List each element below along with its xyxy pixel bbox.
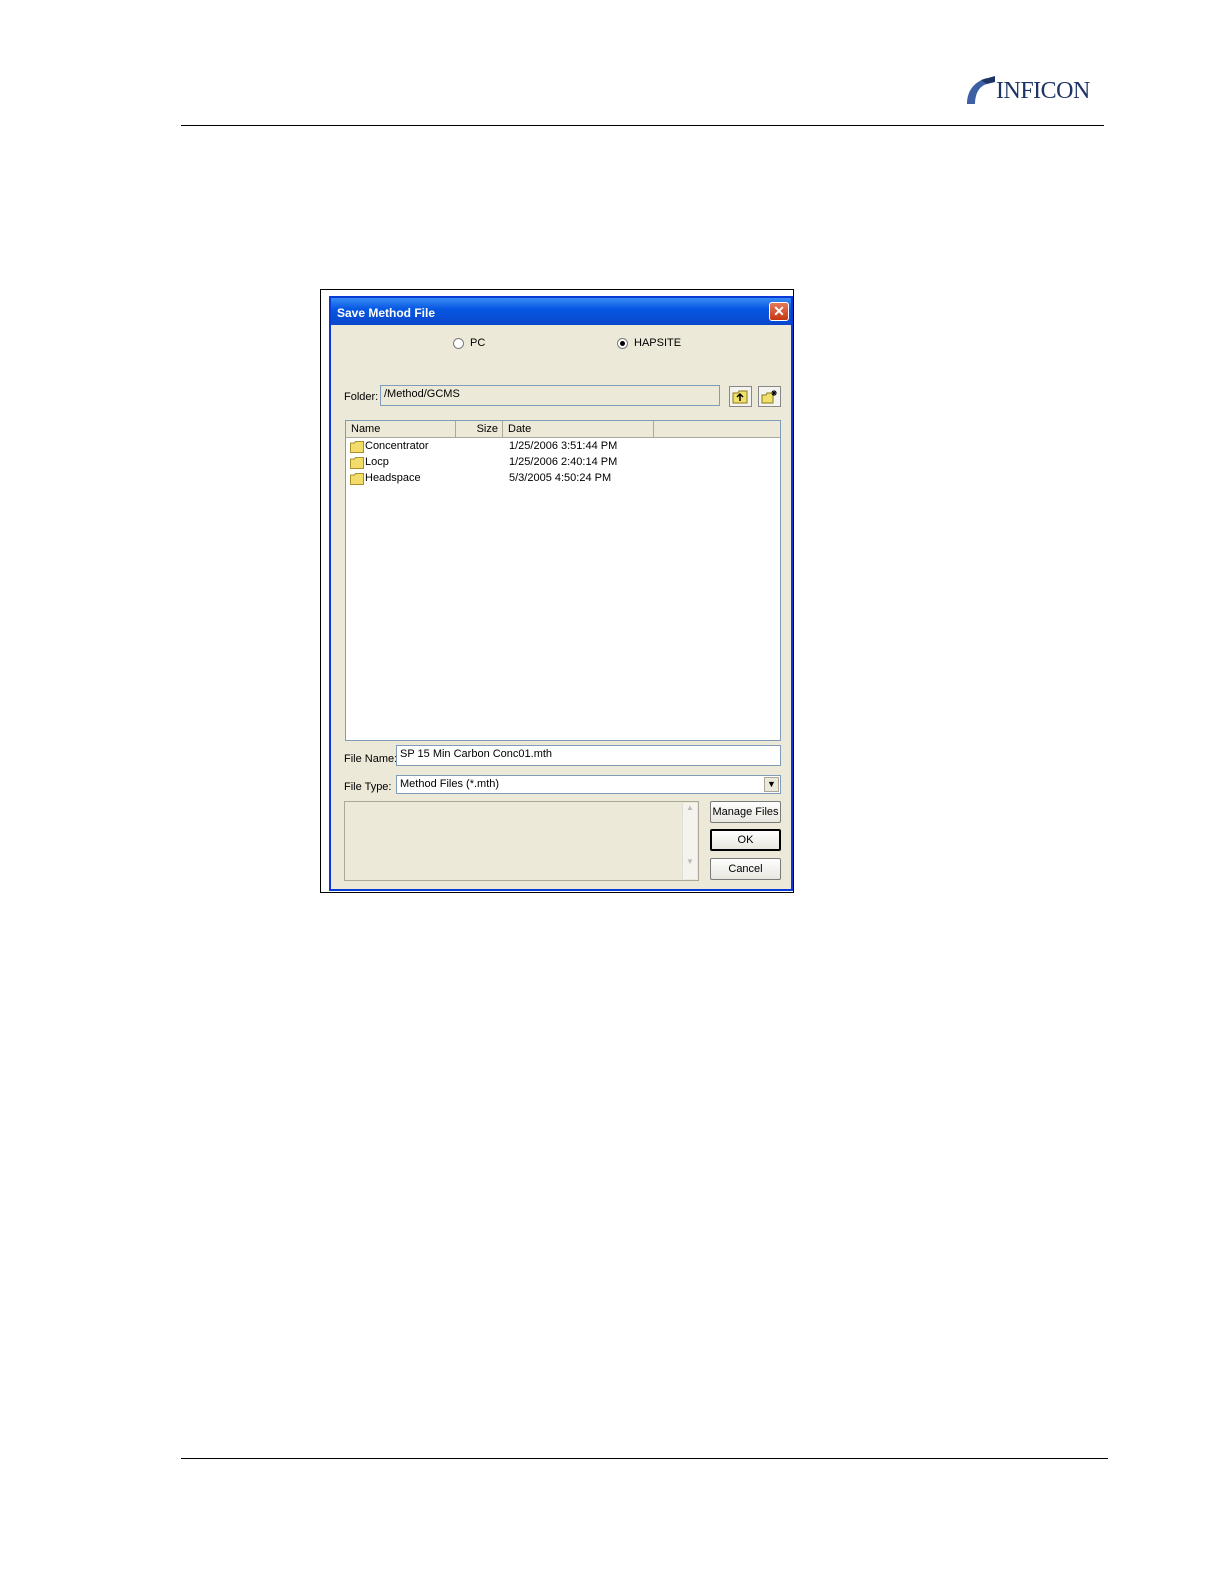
file-type-label: File Type:: [344, 781, 392, 793]
dialog-title: Save Method File: [337, 306, 436, 320]
header-rule: [181, 125, 1104, 126]
cancel-button[interactable]: Cancel: [710, 858, 781, 880]
new-folder-button[interactable]: [758, 386, 781, 407]
item-name: Locp: [365, 456, 389, 468]
radio-hapsite-label: HAPSITE: [634, 337, 682, 349]
item-date: 5/3/2005 4:50:24 PM: [509, 472, 612, 484]
folder-up-icon: [732, 390, 748, 404]
item-date: 1/25/2006 2:40:14 PM: [509, 456, 618, 468]
list-item[interactable]: Headspace 5/3/2005 4:50:24 PM: [350, 471, 778, 487]
save-method-file-dialog: Save Method File ✕ PC HAPSITE Folder: /M…: [329, 296, 793, 891]
column-header-name[interactable]: Name: [346, 421, 456, 437]
file-name-label: File Name:: [344, 753, 398, 765]
folder-label: Folder:: [344, 391, 379, 403]
column-header-date[interactable]: Date: [503, 421, 654, 437]
folder-icon: [350, 473, 364, 485]
title-bar[interactable]: Save Method File ✕: [331, 298, 791, 325]
manage-files-button[interactable]: Manage Files: [710, 801, 781, 823]
item-name: Concentrator: [365, 440, 429, 452]
item-date: 1/25/2006 3:51:44 PM: [509, 440, 618, 452]
radio-pc[interactable]: PC: [453, 336, 485, 350]
list-header: Name Size Date: [346, 421, 780, 438]
radio-hapsite-circle[interactable]: [617, 337, 628, 349]
item-name: Headspace: [365, 472, 421, 484]
ok-button[interactable]: OK: [710, 829, 781, 851]
list-item[interactable]: Locp 1/25/2006 2:40:14 PM: [350, 455, 778, 471]
list-item[interactable]: Concentrator 1/25/2006 3:51:44 PM: [350, 439, 778, 455]
folder-icon: [350, 457, 364, 469]
column-header-size[interactable]: Size: [456, 421, 503, 437]
new-folder-icon: [761, 390, 777, 404]
close-button[interactable]: ✕: [769, 302, 789, 321]
chevron-down-icon[interactable]: ▼: [764, 777, 779, 792]
radio-pc-circle[interactable]: [453, 337, 464, 349]
file-type-select[interactable]: Method Files (*.mth) ▼: [396, 775, 781, 794]
file-name-input[interactable]: SP 15 Min Carbon Conc01.mth: [396, 745, 781, 766]
file-type-value: Method Files (*.mth): [400, 778, 500, 790]
folder-icon: [350, 441, 364, 453]
folder-up-button[interactable]: [729, 386, 752, 407]
radio-hapsite[interactable]: HAPSITE: [617, 336, 681, 350]
footer-rule: [181, 1458, 1108, 1459]
message-area: ▲ ▼: [344, 801, 699, 881]
radio-pc-label: PC: [470, 337, 486, 349]
logo-text: INFICON: [996, 78, 1090, 104]
folder-path-field[interactable]: /Method/GCMS: [380, 385, 720, 406]
file-list[interactable]: Name Size Date Concentrator 1/25/2006 3:…: [345, 420, 781, 741]
close-icon: ✕: [773, 303, 785, 319]
message-scrollbar[interactable]: ▲ ▼: [682, 803, 697, 879]
